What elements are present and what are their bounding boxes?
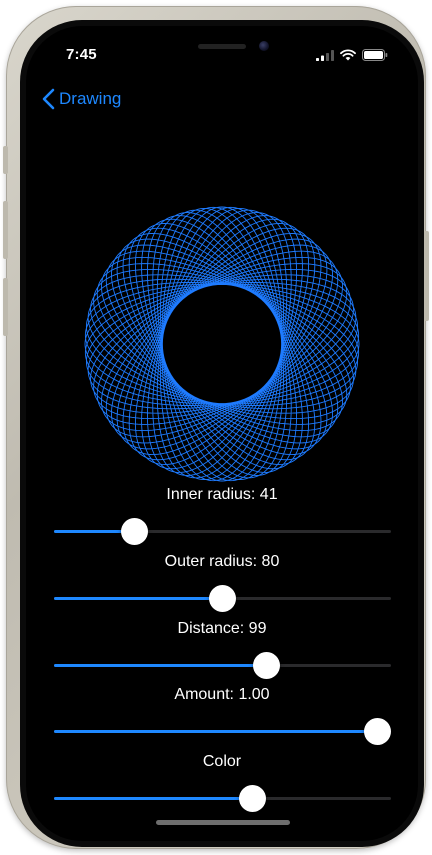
inner-radius-label: Inner radius: 41	[166, 486, 278, 503]
slider-fill	[54, 730, 378, 733]
navigation-bar: Drawing	[26, 84, 418, 128]
volume-up-button	[3, 201, 8, 259]
slider-thumb[interactable]	[252, 652, 280, 679]
slider-thumb[interactable]	[121, 518, 149, 545]
earpiece-speaker	[198, 44, 246, 49]
mute-switch	[3, 146, 8, 174]
phone-frame: 7:45 Drawing Inner radius: 41 Outer radi…	[3, 6, 429, 849]
power-button	[424, 231, 429, 321]
slider-fill	[54, 797, 253, 800]
slider-fill	[54, 597, 223, 600]
outer-radius-slider[interactable]	[54, 584, 391, 614]
spirograph-path	[84, 206, 360, 482]
back-button-label: Drawing	[59, 89, 122, 108]
cellular-signal-icon	[316, 49, 334, 61]
status-bar: 7:45	[26, 26, 418, 76]
color-label: Color	[202, 753, 242, 770]
slider-thumb[interactable]	[209, 585, 236, 612]
distance-label: Distance: 99	[177, 620, 267, 637]
outer-radius-label: Outer radius: 80	[164, 553, 280, 570]
front-camera	[259, 41, 269, 51]
spirograph-drawing	[84, 206, 360, 482]
inner-radius-slider[interactable]	[54, 517, 391, 547]
amount-slider[interactable]	[54, 717, 391, 747]
color-slider[interactable]	[54, 784, 391, 814]
battery-icon	[362, 49, 388, 61]
control-inner-radius: Inner radius: 41	[26, 486, 418, 552]
status-icons	[316, 48, 388, 62]
amount-label: Amount: 1.00	[174, 686, 270, 703]
slider-fill	[54, 664, 267, 667]
control-outer-radius: Outer radius: 80	[26, 553, 418, 619]
slider-thumb[interactable]	[239, 785, 267, 812]
control-amount: Amount: 1.00	[26, 686, 418, 752]
status-time: 7:45	[66, 46, 97, 63]
control-color: Color	[26, 753, 418, 819]
chevron-left-icon	[42, 88, 55, 110]
control-distance: Distance: 99	[26, 620, 418, 686]
slider-thumb[interactable]	[364, 718, 391, 745]
home-indicator[interactable]	[156, 820, 290, 825]
screen: 7:45 Drawing Inner radius: 41 Outer radi…	[26, 26, 418, 841]
wifi-icon	[340, 49, 356, 61]
distance-slider[interactable]	[54, 651, 391, 681]
volume-down-button	[3, 278, 8, 336]
back-button[interactable]: Drawing	[42, 88, 121, 110]
spirograph-canvas	[82, 204, 362, 484]
